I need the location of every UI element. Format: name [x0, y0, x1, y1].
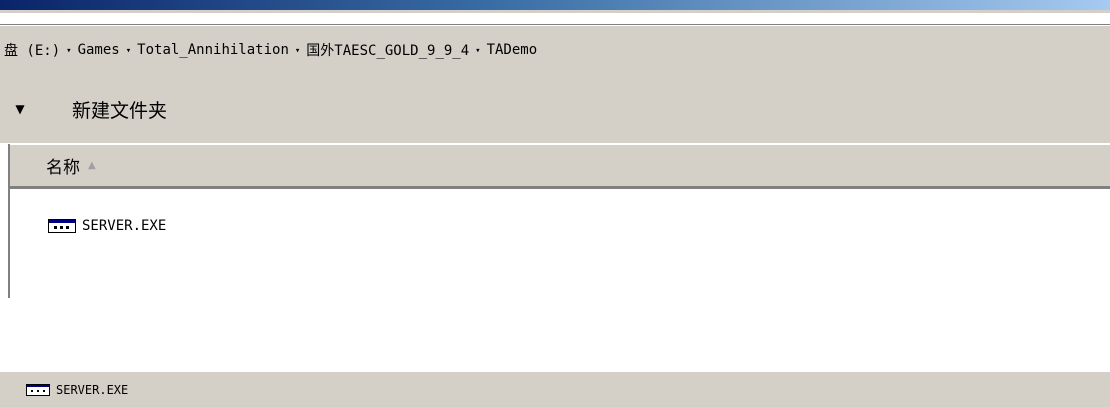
- breadcrumb-games[interactable]: Games: [76, 42, 122, 58]
- window-title-bar: [0, 0, 1110, 10]
- exe-window-icon: [48, 219, 76, 233]
- breadcrumb-total-annihilation[interactable]: Total_Annihilation: [135, 42, 291, 58]
- breadcrumb-taesc-gold[interactable]: 国外TAESC_GOLD_9_9_4: [304, 40, 471, 60]
- file-item-name: SERVER.EXE: [82, 218, 167, 234]
- breadcrumb-chevron-icon[interactable]: ▾: [291, 46, 304, 56]
- breadcrumb-chevron-icon[interactable]: ▾: [62, 46, 75, 56]
- file-item-server-exe[interactable]: SERVER.EXE: [48, 216, 166, 236]
- file-list-pane[interactable]: 名称 ▲ SERVER.EXE: [8, 144, 1110, 298]
- command-bar: ▼ 新建文件夹: [0, 75, 1110, 143]
- title-bar-edge: [0, 10, 1110, 14]
- column-header-name[interactable]: 名称 ▲: [10, 144, 1110, 189]
- organize-dropdown-icon[interactable]: ▼: [0, 102, 40, 116]
- breadcrumb-tademo[interactable]: TADemo: [485, 42, 540, 58]
- new-folder-button[interactable]: 新建文件夹: [72, 96, 167, 123]
- breadcrumb-chevron-icon[interactable]: ▾: [471, 46, 484, 56]
- address-breadcrumb-bar[interactable]: 盘 (E:) ▾ Games ▾ Total_Annihilation ▾ 国外…: [0, 24, 1110, 76]
- details-selected-name: SERVER.EXE: [56, 382, 129, 397]
- exe-window-icon: [26, 383, 50, 396]
- details-bar: SERVER.EXE: [0, 372, 1110, 407]
- breadcrumb-drive[interactable]: 盘 (E:): [2, 40, 62, 60]
- column-header-label: 名称: [46, 158, 80, 178]
- breadcrumb-chevron-icon[interactable]: ▾: [122, 46, 135, 56]
- sort-ascending-icon: ▲: [88, 160, 96, 171]
